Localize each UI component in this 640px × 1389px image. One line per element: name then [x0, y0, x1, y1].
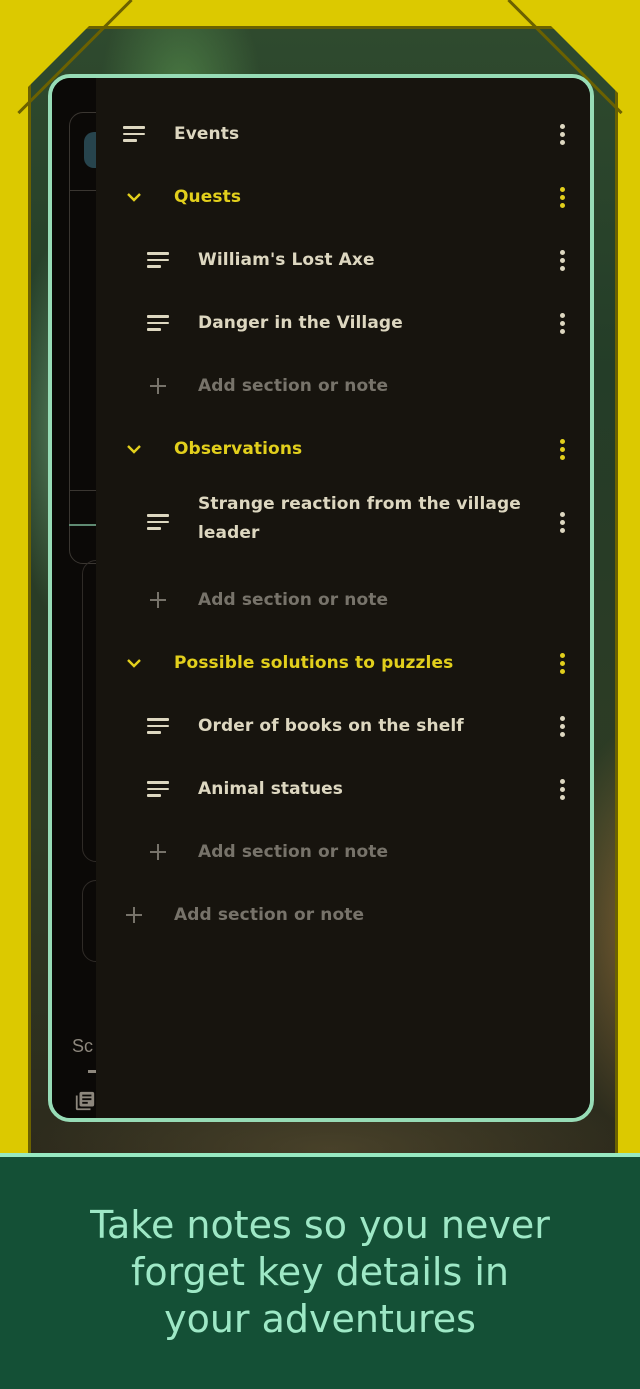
- notes-lines-icon: [146, 714, 170, 738]
- note-item[interactable]: Order of books on the shelf: [96, 706, 590, 746]
- section-item-observations[interactable]: Observations: [96, 429, 590, 469]
- notes-lines-icon: [122, 122, 146, 146]
- tagline-line3: your adventures: [164, 1297, 476, 1341]
- note-label: Animal statues: [198, 779, 344, 799]
- add-section-or-note-button[interactable]: Add section or note: [96, 832, 590, 872]
- section-item-possible-solutions[interactable]: Possible solutions to puzzles: [96, 643, 590, 683]
- add-label: Add section or note: [174, 905, 365, 925]
- note-label: Events: [174, 124, 240, 144]
- note-label-line2: leader: [198, 523, 260, 543]
- note-label: Danger in the Village: [198, 313, 403, 333]
- add-label: Add section or note: [198, 590, 389, 610]
- book-icon: [75, 1091, 95, 1111]
- notes-lines-icon: [146, 777, 170, 801]
- phone-screen: Sc Events Quests William's Lost Axe Dang…: [48, 74, 594, 1122]
- tagline-line2: forget key details in: [131, 1250, 509, 1294]
- more-vertical-icon[interactable]: [550, 773, 574, 805]
- chevron-down-icon: [122, 437, 146, 461]
- chevron-down-icon: [122, 185, 146, 209]
- note-item[interactable]: Danger in the Village: [96, 303, 590, 343]
- background-partial-label: Sc: [72, 1036, 94, 1056]
- promo-tagline: Take notes so you never forget key detai…: [40, 1202, 600, 1343]
- section-item-quests[interactable]: Quests: [96, 177, 590, 217]
- plus-icon: [122, 903, 146, 927]
- notes-lines-icon: [146, 510, 170, 534]
- notes-drawer: Events Quests William's Lost Axe Danger …: [96, 78, 590, 1118]
- plus-icon: [146, 588, 170, 612]
- add-label: Add section or note: [198, 842, 389, 862]
- more-vertical-icon[interactable]: [550, 710, 574, 742]
- note-item[interactable]: William's Lost Axe: [96, 240, 590, 280]
- note-item[interactable]: Strange reaction from the village leader: [96, 488, 590, 556]
- more-vertical-icon[interactable]: [550, 433, 574, 465]
- plus-icon: [146, 840, 170, 864]
- note-item[interactable]: Animal statues: [96, 769, 590, 809]
- section-label: Quests: [174, 187, 242, 207]
- add-section-or-note-button-root[interactable]: Add section or note: [96, 895, 590, 935]
- note-label: Order of books on the shelf: [198, 716, 464, 736]
- chevron-down-icon: [122, 651, 146, 675]
- plus-icon: [146, 374, 170, 398]
- note-label: Strange reaction from the village leader: [198, 490, 521, 548]
- add-label: Add section or note: [198, 376, 389, 396]
- note-label-line1: Strange reaction from the village: [198, 494, 521, 514]
- notes-lines-icon: [146, 311, 170, 335]
- more-vertical-icon[interactable]: [550, 181, 574, 213]
- add-section-or-note-button[interactable]: Add section or note: [96, 580, 590, 620]
- notes-lines-icon: [146, 248, 170, 272]
- tagline-line1: Take notes so you never: [90, 1203, 550, 1247]
- note-label: William's Lost Axe: [198, 250, 375, 270]
- more-vertical-icon[interactable]: [550, 118, 574, 150]
- add-section-or-note-button[interactable]: Add section or note: [96, 366, 590, 406]
- note-item-events[interactable]: Events: [96, 114, 590, 154]
- more-vertical-icon[interactable]: [550, 647, 574, 679]
- background-app-content: Sc: [52, 78, 131, 1118]
- more-vertical-icon[interactable]: [550, 307, 574, 339]
- more-vertical-icon[interactable]: [550, 506, 574, 538]
- section-label: Possible solutions to puzzles: [174, 653, 454, 673]
- section-label: Observations: [174, 439, 303, 459]
- more-vertical-icon[interactable]: [550, 244, 574, 276]
